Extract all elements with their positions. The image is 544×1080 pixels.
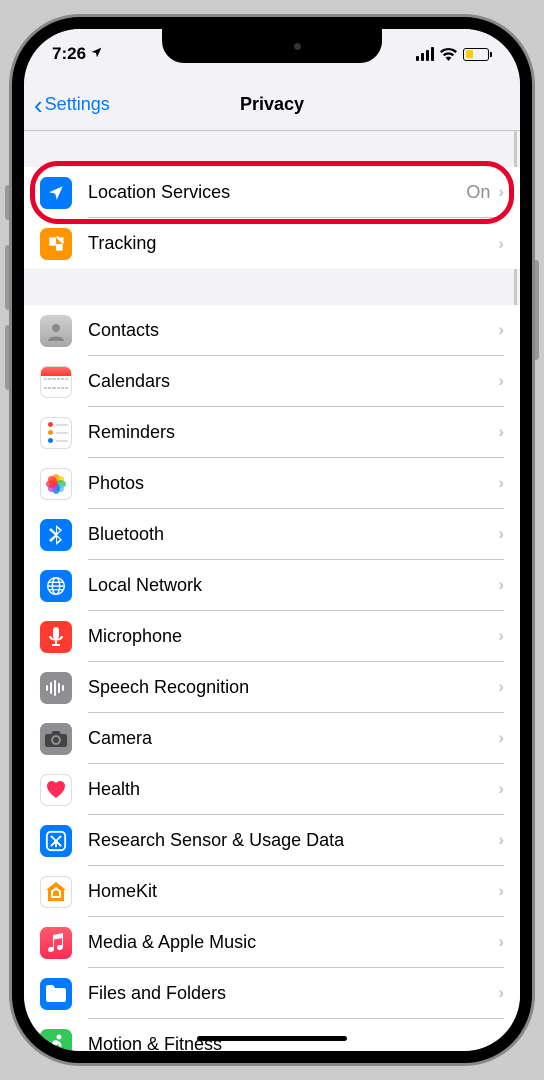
section-tracking: Location Services On › Tracking › <box>24 167 520 269</box>
row-camera[interactable]: Camera › <box>24 713 520 764</box>
homekit-icon <box>40 876 72 908</box>
row-label: Files and Folders <box>88 983 498 1004</box>
page-title: Privacy <box>240 94 304 115</box>
chevron-right-icon: › <box>498 881 504 901</box>
chevron-right-icon: › <box>498 983 504 1003</box>
silent-switch[interactable] <box>5 185 11 220</box>
row-label: HomeKit <box>88 881 498 902</box>
chevron-right-icon: › <box>498 677 504 697</box>
power-button[interactable] <box>533 260 539 360</box>
row-value: On <box>466 182 490 203</box>
row-location-services[interactable]: Location Services On › <box>24 167 520 218</box>
research-icon <box>40 825 72 857</box>
chevron-left-icon: ‹ <box>34 92 43 118</box>
row-speech-recognition[interactable]: Speech Recognition › <box>24 662 520 713</box>
location-icon <box>40 177 72 209</box>
row-label: Bluetooth <box>88 524 498 545</box>
contacts-icon <box>40 315 72 347</box>
chevron-right-icon: › <box>498 524 504 544</box>
nav-bar: ‹ Settings Privacy <box>24 79 520 131</box>
speech-recognition-icon <box>40 672 72 704</box>
chevron-right-icon: › <box>498 728 504 748</box>
back-button[interactable]: ‹ Settings <box>34 92 110 118</box>
media-apple-music-icon <box>40 927 72 959</box>
home-indicator[interactable] <box>197 1036 347 1041</box>
settings-content[interactable]: Location Services On › Tracking › <box>24 131 520 1051</box>
battery-icon <box>463 48 492 61</box>
row-bluetooth[interactable]: Bluetooth › <box>24 509 520 560</box>
row-photos[interactable]: Photos › <box>24 458 520 509</box>
row-label: Media & Apple Music <box>88 932 498 953</box>
row-contacts[interactable]: Contacts › <box>24 305 520 356</box>
row-media[interactable]: Media & Apple Music › <box>24 917 520 968</box>
row-health[interactable]: Health › <box>24 764 520 815</box>
bluetooth-icon <box>40 519 72 551</box>
chevron-right-icon: › <box>498 575 504 595</box>
chevron-right-icon: › <box>498 830 504 850</box>
row-label: Photos <box>88 473 498 494</box>
status-time: 7:26 <box>52 44 86 64</box>
section-data-access: Contacts › <box>24 305 520 1051</box>
chevron-right-icon: › <box>498 371 504 391</box>
row-label: Speech Recognition <box>88 677 498 698</box>
chevron-right-icon: › <box>498 320 504 340</box>
row-reminders[interactable]: Reminders › <box>24 407 520 458</box>
row-label: Location Services <box>88 182 466 203</box>
chevron-right-icon: › <box>498 182 504 202</box>
health-icon <box>40 774 72 806</box>
row-research[interactable]: Research Sensor & Usage Data › <box>24 815 520 866</box>
cellular-signal-icon <box>416 47 434 61</box>
row-motion[interactable]: Motion & Fitness › <box>24 1019 520 1051</box>
row-tracking[interactable]: Tracking › <box>24 218 520 269</box>
row-calendars[interactable]: Calendars › <box>24 356 520 407</box>
local-network-icon <box>40 570 72 602</box>
chevron-right-icon: › <box>498 422 504 442</box>
row-label: Reminders <box>88 422 498 443</box>
row-files[interactable]: Files and Folders › <box>24 968 520 1019</box>
chevron-right-icon: › <box>498 932 504 952</box>
chevron-right-icon: › <box>498 779 504 799</box>
row-label: Health <box>88 779 498 800</box>
chevron-right-icon: › <box>498 1035 504 1052</box>
row-homekit[interactable]: HomeKit › <box>24 866 520 917</box>
volume-down-button[interactable] <box>5 325 11 390</box>
row-label: Microphone <box>88 626 498 647</box>
calendar-icon <box>40 366 72 398</box>
row-label: Calendars <box>88 371 498 392</box>
chevron-right-icon: › <box>498 234 504 254</box>
chevron-right-icon: › <box>498 626 504 646</box>
phone-frame: 7:26 ‹ Settings <box>12 17 532 1063</box>
row-label: Local Network <box>88 575 498 596</box>
row-label: Tracking <box>88 233 498 254</box>
reminders-icon <box>40 417 72 449</box>
files-folders-icon <box>40 978 72 1010</box>
back-label: Settings <box>45 94 110 115</box>
row-local-network[interactable]: Local Network › <box>24 560 520 611</box>
motion-fitness-icon <box>40 1029 72 1052</box>
row-label: Camera <box>88 728 498 749</box>
photos-icon <box>40 468 72 500</box>
volume-up-button[interactable] <box>5 245 11 310</box>
wifi-icon <box>440 48 457 61</box>
row-label: Research Sensor & Usage Data <box>88 830 498 851</box>
chevron-right-icon: › <box>498 473 504 493</box>
tracking-icon <box>40 228 72 260</box>
location-arrow-icon <box>90 44 103 64</box>
microphone-icon <box>40 621 72 653</box>
row-microphone[interactable]: Microphone › <box>24 611 520 662</box>
notch <box>162 29 382 63</box>
row-label: Contacts <box>88 320 498 341</box>
camera-icon <box>40 723 72 755</box>
